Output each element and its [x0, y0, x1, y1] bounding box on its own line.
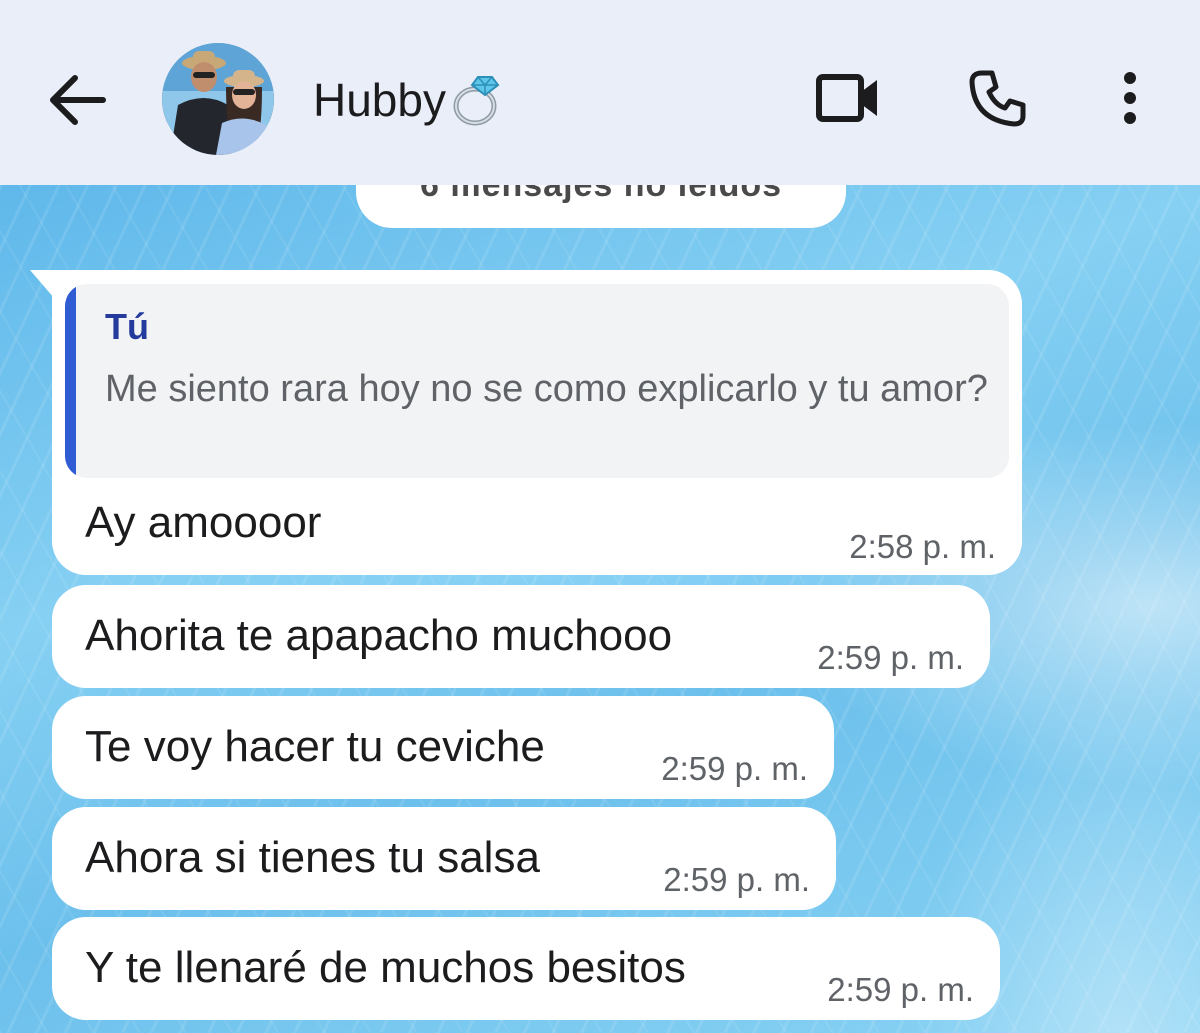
- quote-author: Tú: [105, 306, 149, 347]
- message-bubble[interactable]: Tú Me siento rara hoy no se como explica…: [52, 270, 1022, 575]
- more-options-button[interactable]: [1110, 68, 1150, 128]
- contact-avatar[interactable]: [162, 43, 274, 155]
- message-text: Ahorita te apapacho muchooo: [85, 611, 673, 660]
- arrow-left-icon: [50, 75, 106, 125]
- message-bubble[interactable]: Y te llenaré de muchos besitos 2:59 p. m…: [52, 917, 1000, 1020]
- video-camera-icon: [816, 74, 877, 122]
- message-text: Ay amoooor: [85, 498, 322, 547]
- message-bubble[interactable]: Ahorita te apapacho muchooo 2:59 p. m.: [52, 585, 990, 688]
- message-bubble[interactable]: Ahora si tienes tu salsa 2:59 p. m.: [52, 807, 836, 910]
- message-time: 2:59 p. m.: [663, 861, 810, 898]
- message-time: 2:58 p. m.: [849, 528, 996, 565]
- quote-accent-bar: [65, 284, 76, 478]
- message-text: Y te llenaré de muchos besitos: [85, 943, 686, 992]
- bubble-tail: [30, 270, 54, 298]
- phone-icon: [969, 70, 1026, 127]
- message-time: 2:59 p. m.: [661, 750, 808, 787]
- message-text: Te voy hacer tu ceviche: [85, 722, 545, 771]
- message-bubble[interactable]: Te voy hacer tu ceviche 2:59 p. m.: [52, 696, 834, 799]
- back-button[interactable]: [45, 72, 107, 128]
- message-time: 2:59 p. m.: [817, 639, 964, 676]
- avatar-photo: [162, 43, 274, 155]
- ring-icon: [453, 76, 500, 126]
- video-call-button[interactable]: [815, 72, 881, 124]
- message-text: Ahora si tienes tu salsa: [85, 833, 540, 882]
- chat-header: Hubby: [0, 0, 1200, 185]
- quoted-message[interactable]: Tú Me siento rara hoy no se como explica…: [65, 284, 1009, 478]
- more-vert-icon: [1124, 72, 1136, 124]
- quote-text: Me siento rara hoy no se como explicarlo…: [105, 368, 988, 410]
- contact-name[interactable]: Hubby: [313, 70, 506, 130]
- contact-name-text: Hubby: [313, 74, 446, 126]
- voice-call-button[interactable]: [968, 68, 1028, 128]
- message-time: 2:59 p. m.: [827, 971, 974, 1008]
